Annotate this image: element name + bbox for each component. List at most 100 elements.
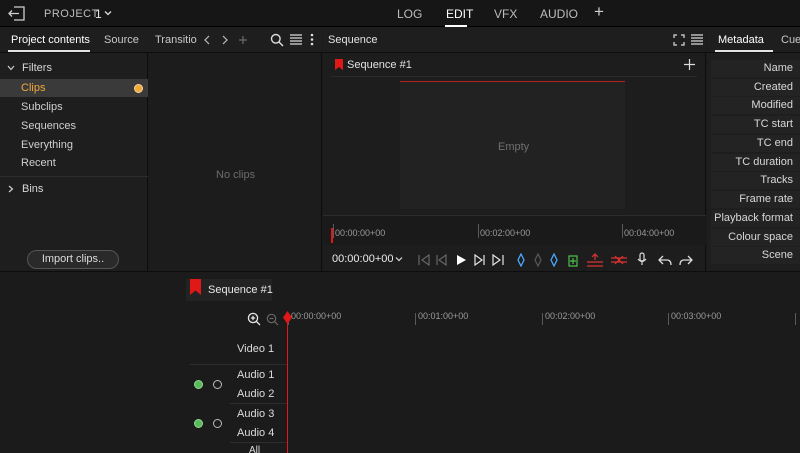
chevron-down-icon[interactable] (104, 9, 112, 17)
track-solo-toggle[interactable] (213, 419, 222, 428)
go-to-end-icon[interactable] (491, 253, 505, 267)
metadata-field: TC start (711, 116, 800, 133)
ruler-tick (668, 313, 669, 325)
filter-label: Recent (21, 157, 56, 169)
ruler-label: 00:01:00+00 (418, 311, 469, 321)
viewer-header: Sequence (323, 27, 706, 53)
track-label-video-1[interactable]: Video 1 (237, 343, 274, 355)
tab-source[interactable]: Source (104, 34, 139, 46)
timecode-selector[interactable]: 00:00:00+00 (332, 253, 403, 265)
viewer-timecode: 00:00:00+00 (332, 253, 394, 265)
playhead-handle-icon[interactable] (283, 311, 292, 324)
tab-transitions[interactable]: Transitio (155, 34, 197, 46)
track-solo-toggle[interactable] (213, 380, 222, 389)
metadata-label: TC end (756, 137, 793, 149)
metadata-field: Frame rate (711, 191, 800, 208)
track-label-audio-3[interactable]: Audio 3 (237, 408, 274, 420)
add-icon[interactable] (684, 59, 695, 70)
ruler-tick (622, 224, 623, 238)
mark-clip-icon[interactable] (531, 253, 545, 267)
track-label-audio-4[interactable]: Audio 4 (237, 427, 274, 439)
microphone-icon[interactable] (635, 252, 649, 266)
mark-in-icon[interactable] (514, 253, 528, 267)
exit-icon[interactable] (8, 6, 26, 21)
metadata-field: Scene (711, 247, 800, 264)
top-bar: PROJECT 1 LOG EDIT VFX AUDIO + (0, 0, 800, 27)
tab-project-contents[interactable]: Project contents (11, 34, 90, 46)
chevron-right-icon[interactable] (221, 35, 229, 45)
ruler-label: 00:02:00+00 (545, 311, 596, 321)
undo-icon[interactable] (658, 253, 672, 267)
metadata-label: Colour space (728, 231, 793, 243)
no-clips-text: No clips (216, 169, 256, 181)
add-marker-icon[interactable] (566, 253, 580, 267)
tab-cue[interactable]: Cue (781, 34, 800, 46)
filters-heading[interactable]: Filters (7, 62, 52, 74)
redo-icon[interactable] (679, 253, 693, 267)
active-filter-dot-icon (134, 84, 143, 93)
filter-item-subclips[interactable]: Subclips (0, 98, 148, 116)
bins-heading[interactable]: Bins (7, 183, 43, 195)
add-mode-button[interactable]: + (594, 2, 604, 22)
metadata-label: TC start (753, 118, 793, 130)
insert-icon[interactable] (586, 253, 604, 267)
tab-vfx[interactable]: VFX (494, 7, 517, 21)
track-label-audio-1[interactable]: Audio 1 (237, 369, 274, 381)
step-back-icon[interactable] (435, 253, 449, 267)
more-menu-icon[interactable] (310, 33, 314, 46)
tab-metadata[interactable]: Metadata (718, 34, 764, 46)
track-label-all[interactable]: All (249, 445, 260, 453)
list-view-icon[interactable] (290, 34, 302, 45)
metadata-field: Playback format (711, 210, 800, 227)
track-enable-toggle[interactable] (194, 380, 203, 389)
ruler-label: 00:02:00+00 (480, 228, 531, 238)
go-to-start-icon[interactable] (417, 253, 431, 267)
ruler-label: 00:03:00+00 (671, 311, 722, 321)
viewer-empty-text: Empty (498, 141, 530, 153)
add-tab-icon[interactable] (238, 35, 248, 45)
metadata-label: Playback format (714, 212, 793, 224)
metadata-field: TC duration (711, 154, 800, 171)
viewer-ruler[interactable]: 00:00:00+00 00:02:00+00 00:04:00+00 (323, 215, 706, 245)
ruler-label: 00:00:00+00 (335, 228, 386, 238)
divider (331, 76, 697, 77)
zoom-in-icon[interactable] (247, 312, 261, 326)
filter-item-recent[interactable]: Recent (0, 154, 148, 172)
search-icon[interactable] (270, 33, 284, 47)
chevron-left-icon[interactable] (203, 35, 211, 45)
divider (190, 364, 287, 365)
import-clips-button[interactable]: Import clips.. (27, 250, 119, 269)
ruler-tick (795, 313, 796, 325)
clips-area (149, 53, 322, 271)
track-label-audio-2[interactable]: Audio 2 (237, 388, 274, 400)
metadata-label: TC duration (735, 156, 793, 168)
metadata-field: Modified (711, 97, 800, 114)
chevron-down-icon (396, 257, 403, 262)
filter-item-clips[interactable]: Clips (0, 79, 148, 97)
ruler-tick (333, 224, 334, 238)
filter-label: Sequences (21, 120, 77, 132)
project-number[interactable]: 1 (95, 7, 102, 21)
fullscreen-icon[interactable] (673, 34, 685, 46)
play-icon[interactable] (454, 253, 468, 267)
ruler-label: 00:04:00+00 (624, 228, 675, 238)
mark-out-icon[interactable] (547, 253, 561, 267)
filter-item-everything[interactable]: Everything (0, 136, 148, 154)
overwrite-icon[interactable] (610, 253, 628, 267)
tab-audio[interactable]: AUDIO (540, 7, 578, 21)
tab-log[interactable]: LOG (397, 7, 422, 21)
zoom-out-icon[interactable] (266, 313, 279, 326)
tab-edit[interactable]: EDIT (446, 7, 473, 21)
timeline-ruler[interactable]: 00:00:00+00 00:01:00+00 00:02:00+00 00:0… (281, 310, 800, 326)
ruler-label: 00:00:00+00 (291, 311, 342, 321)
filter-item-sequences[interactable]: Sequences (0, 117, 148, 135)
metadata-field: TC end (711, 135, 800, 152)
timeline-playhead[interactable] (287, 318, 288, 453)
metadata-field: Created (711, 79, 800, 96)
viewer-playhead[interactable] (331, 228, 333, 243)
sequence-flag-icon (190, 279, 201, 295)
ruler-tick (478, 224, 479, 238)
list-view-icon[interactable] (691, 34, 703, 45)
track-enable-toggle[interactable] (194, 419, 203, 428)
step-forward-icon[interactable] (472, 253, 486, 267)
